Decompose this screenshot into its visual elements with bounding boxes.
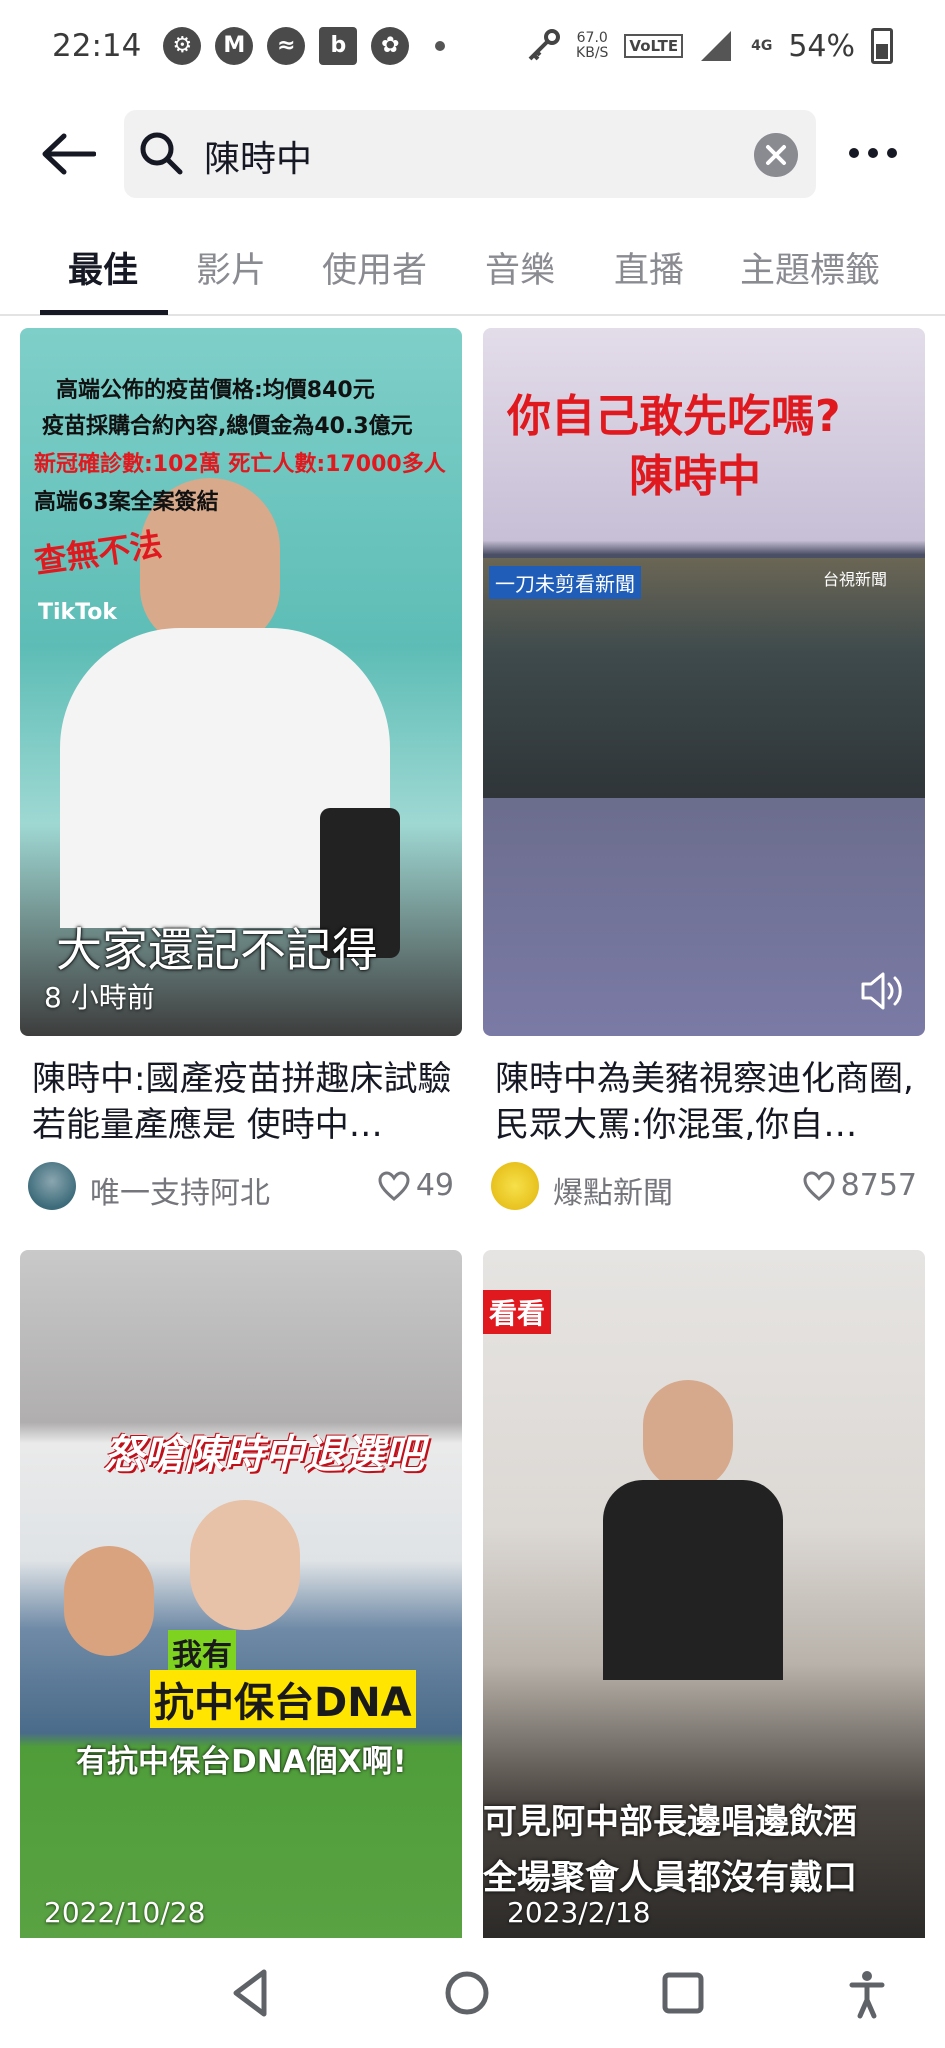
search-input[interactable]: 陳時中 [124,110,816,198]
battery-percent: 54% [788,28,855,64]
overlay-line: 高端公佈的疫苗價格:均價840元 [56,378,375,403]
author-avatar[interactable] [491,1162,539,1210]
active-tab-indicator [40,310,168,315]
app-notification-icon-2: M [215,27,254,65]
video-caption[interactable]: 陳時中為美豬視察迪化商圈,民眾大罵:你混蛋,你自… [495,1056,915,1148]
heart-icon [378,1170,410,1201]
tab-hashtags[interactable]: 主題標籤 [740,242,880,293]
overlay-line: 高端63案全案簽結 [34,490,219,515]
tab-users[interactable]: 使用者 [322,242,427,293]
nav-recents-icon[interactable] [656,1966,710,2020]
close-circle-icon[interactable] [754,133,798,177]
heart-icon [803,1170,835,1201]
arrow-left-icon[interactable] [40,132,96,176]
search-tabs: 最佳 影片 使用者 音樂 直播 主題標籤 [0,230,945,316]
tab-sounds[interactable]: 音樂 [485,242,555,293]
like-count: 49 [378,1168,454,1203]
channel-logo: 台視新聞 [823,570,888,589]
volte-icon: VoLTE [624,34,684,58]
news-banner: 一刀未剪看新聞 [489,566,641,599]
video-thumbnail[interactable]: 高端公佈的疫苗價格:均價840元 疫苗採購合約內容,總價金為40.3億元 新冠確… [20,328,462,1036]
overlay-line: 新冠確診數:102萬 死亡人數:17000多人 [34,452,446,477]
video-post-time: 8 小時前 [44,981,155,1014]
nav-back-icon[interactable] [224,1966,278,2020]
network-speed: 67.0 KB/S [576,30,609,61]
overlay-line: 有抗中保台DNA個X啊! [76,1744,407,1780]
overlay-line: 我有 [168,1630,236,1674]
author-row[interactable]: 爆點新聞 8757 [491,1160,921,1212]
overlay-line: 可見阿中部長邊唱邊飲酒 [483,1802,857,1842]
video-post-time: 2023/2/18 [507,1896,651,1929]
overlay-line: 你自己敢先吃嗎? [507,391,841,442]
video-thumbnail[interactable]: 怒嗆陳時中退選吧 我有 抗中保台DNA 有抗中保台DNA個X啊! 2022/10… [20,1250,462,1940]
bing-icon: b [319,27,358,65]
app-notification-icon-3: ✿ [371,27,410,65]
tab-top[interactable]: 最佳 [68,242,138,293]
signal-icon [701,31,732,61]
video-thumbnail[interactable]: 你自己敢先吃嗎? 陳時中 一刀未剪看新聞 台視新聞 [483,328,925,1036]
sound-icon[interactable] [859,970,905,1012]
vpn-key-icon [528,29,561,61]
nav-home-icon[interactable] [440,1966,494,2020]
overlay-line: 陳時中 [629,451,761,502]
thumbnail-figure-2 [64,1546,154,1656]
tab-live[interactable]: 直播 [614,242,684,293]
author-name[interactable]: 唯一支持阿北 [90,1168,270,1212]
like-count: 8757 [803,1168,917,1203]
thumbnail-body [603,1480,783,1680]
video-card[interactable]: 怒嗆陳時中退選吧 我有 抗中保台DNA 有抗中保台DNA個X啊! 2022/10… [20,1250,462,1940]
author-name[interactable]: 爆點新聞 [553,1168,673,1212]
tiktok-watermark: TikTok [38,600,118,625]
overlay-line: 抗中保台DNA [150,1670,416,1728]
author-row[interactable]: 唯一支持阿北 49 [28,1160,458,1212]
overlay-line: 疫苗採購合約內容,總價金為40.3億元 [42,414,413,439]
thumbnail-figure [190,1500,300,1630]
overlay-line: 大家還記不記得 [56,923,378,977]
network-type: 4G [751,38,773,54]
more-notifications-dot [435,41,446,51]
author-avatar[interactable] [28,1162,76,1210]
search-icon [140,132,183,175]
accessibility-icon[interactable] [840,1966,894,2020]
battery-icon [871,28,893,64]
video-card[interactable]: 高端公佈的疫苗價格:均價840元 疫苗採購合約內容,總價金為40.3億元 新冠確… [20,328,462,1218]
search-header: 陳時中 [0,108,945,200]
overlay-line: 看看 [483,1290,552,1334]
status-time: 22:14 [52,28,142,64]
tab-videos[interactable]: 影片 [196,242,266,293]
video-card[interactable]: 你自己敢先吃嗎? 陳時中 一刀未剪看新聞 台視新聞 陳時中為美豬視察迪化商圈,民… [483,328,925,1218]
ellipsis-icon[interactable] [848,146,898,160]
system-nav-bar [0,1938,945,2048]
video-caption[interactable]: 陳時中:國產疫苗拼趣床試驗 若能量產應是 使時中… [32,1056,452,1148]
search-query: 陳時中 [204,139,313,180]
thumbnail-figure [643,1380,733,1490]
video-card[interactable]: 看看 可見阿中部長邊唱邊飲酒 全場聚會人員都沒有戴口 2023/2/18 [483,1250,925,1940]
status-bar: 22:14 ⚙ M ≈ b ✿ 67.0 KB/S VoLTE 4G 54% [0,0,945,92]
app-notification-icon: ⚙ [163,27,202,65]
messenger-icon: ≈ [267,27,306,65]
video-thumbnail[interactable]: 看看 可見阿中部長邊唱邊飲酒 全場聚會人員都沒有戴口 2023/2/18 [483,1250,925,1940]
video-post-time: 2022/10/28 [44,1896,206,1929]
overlay-line: 全場聚會人員都沒有戴口 [483,1858,857,1898]
overlay-line: 怒嗆陳時中退選吧 [104,1432,424,1478]
